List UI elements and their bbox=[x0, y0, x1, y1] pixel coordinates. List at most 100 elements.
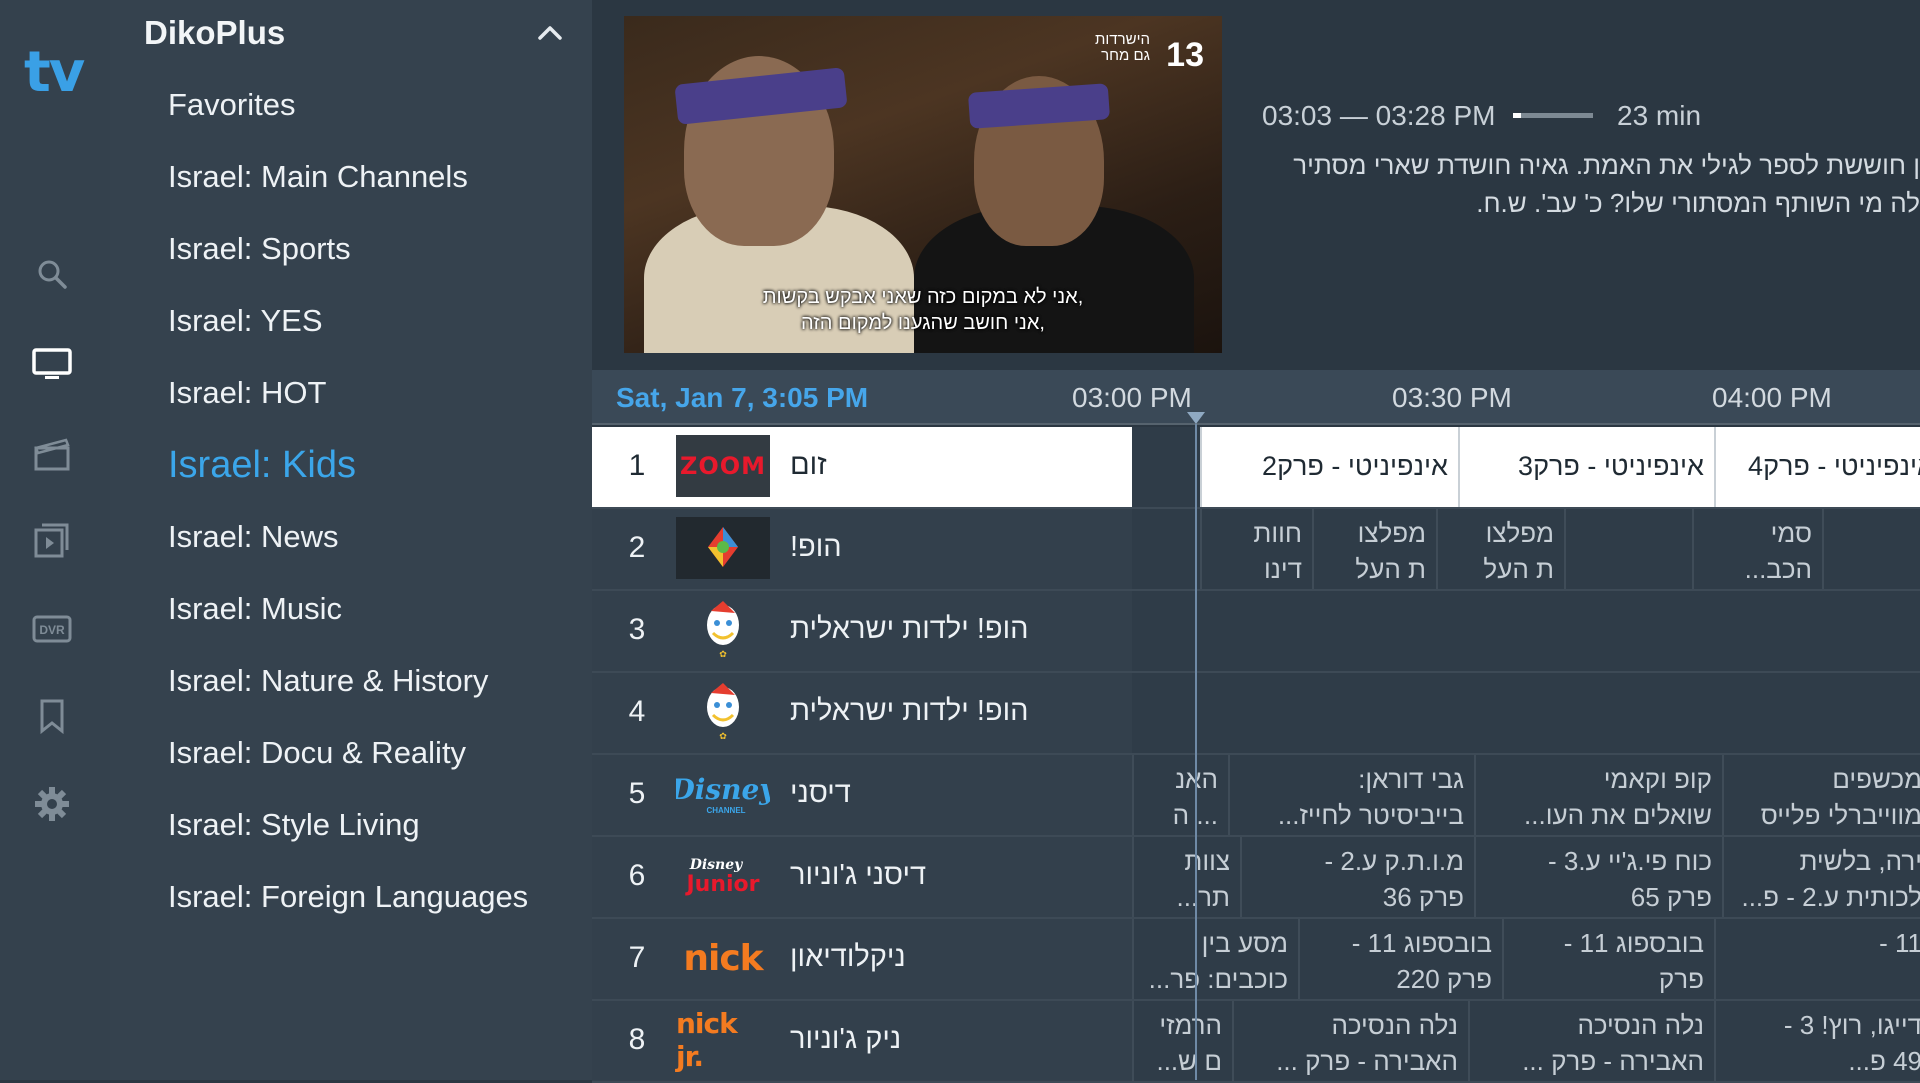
channel-info[interactable]: 6 Disney Junior דיסני ג'וניור bbox=[592, 837, 1132, 917]
category-item-nature-history[interactable]: Israel: Nature & History bbox=[168, 652, 528, 724]
category-panel: DikoPlus Favorites Israel: Main Channels… bbox=[110, 0, 592, 1080]
disney-channel-logo: DisneyCHANNEL bbox=[676, 763, 770, 825]
channel-info[interactable]: 4 ✿ הופ! ילדות ישראלית bbox=[592, 673, 1132, 753]
program-cell[interactable]: מכשפים מווייברלי פלייס ... bbox=[1722, 755, 1920, 835]
settings-icon[interactable] bbox=[30, 782, 74, 826]
category-item-foreign-languages[interactable]: Israel: Foreign Languages bbox=[168, 868, 528, 940]
program-cell[interactable]: מ.ו.ת.ק ע.2 - פרק 36 bbox=[1240, 837, 1474, 917]
channel-name: דיסני ג'וניור bbox=[790, 859, 927, 891]
program-cell[interactable]: הרמזי ם ש... bbox=[1132, 1001, 1232, 1081]
channel-row[interactable]: 7 nick ניקלודיאון מסע בין כוכבים: פר... … bbox=[592, 919, 1920, 1001]
program-cell[interactable]: אינפיניטי - פרק2 bbox=[1200, 427, 1458, 507]
channel-number: 1 bbox=[628, 449, 646, 482]
channel-row[interactable]: 3 ✿ הופ! ילדות ישראלית bbox=[592, 591, 1920, 673]
channel-info[interactable]: 2 הופ! bbox=[592, 509, 1132, 589]
channel-row[interactable]: 1 ZOOM זום אינפיניטי - פרק2 אינפיניטי - … bbox=[592, 427, 1920, 509]
program-cell[interactable]: מפלצו ת העל bbox=[1436, 509, 1564, 589]
channel-row[interactable]: 6 Disney Junior דיסני ג'וניור צוות תר... … bbox=[592, 837, 1920, 919]
svg-text:Junior: Junior bbox=[684, 872, 759, 897]
program-strip: צוות תר... מ.ו.ת.ק ע.2 - פרק 36 כוח פי.ג… bbox=[1132, 837, 1920, 917]
category-item-music[interactable]: Israel: Music bbox=[168, 580, 528, 652]
now-line bbox=[1195, 424, 1197, 1080]
channel-row[interactable]: 8 nick jr. ניק ג'וניור הרמזי ם ש... נלה … bbox=[592, 1001, 1920, 1083]
timeline-tick: 03:30 PM bbox=[1392, 382, 1512, 413]
channel-row[interactable]: 4 ✿ הופ! ילדות ישראלית bbox=[592, 673, 1920, 755]
channel-number: 2 bbox=[628, 531, 646, 564]
category-item-hot[interactable]: Israel: HOT bbox=[168, 364, 528, 436]
channel-name: הופ! ילדות ישראלית bbox=[790, 695, 1029, 727]
program-description-line2: לה מי השותף המסתורי שלו? כ' עב'. ש.ח. bbox=[1476, 188, 1920, 218]
category-item-sports[interactable]: Israel: Sports bbox=[168, 220, 528, 292]
channel-name: ניקלודיאון bbox=[790, 941, 906, 973]
channel-row[interactable]: 5 DisneyCHANNEL דיסני האנ ... ה גבי דורא… bbox=[592, 755, 1920, 837]
channel-info[interactable]: 1 ZOOM זום bbox=[592, 427, 1132, 507]
program-progress-fill bbox=[1513, 113, 1521, 118]
program-cell[interactable]: סמי הכב... bbox=[1692, 509, 1822, 589]
category-item-favorites[interactable]: Favorites bbox=[168, 76, 528, 148]
chevron-up-icon[interactable] bbox=[530, 16, 570, 50]
program-cell[interactable]: מסע בין כוכבים: פר... bbox=[1132, 919, 1298, 999]
hop-yaldut-logo: ✿ bbox=[676, 599, 770, 661]
program-strip: הרמזי ם ש... נלה הנסיכה האבירה - פרק ...… bbox=[1132, 1001, 1920, 1081]
video-subtitle-line2: אני חושב שהגענו למקום הזה, bbox=[801, 312, 1045, 334]
category-item-docu-reality[interactable]: Israel: Docu & Reality bbox=[168, 724, 528, 796]
program-time-range: 03:03 — 03:28 PM bbox=[1262, 100, 1496, 131]
channel-row[interactable]: 2 הופ! חוות דינו מפלצו ת העל מפלצו ת העל… bbox=[592, 509, 1920, 591]
program-cell[interactable]: כוח פי.ג'יי ע.3 - פרק 65 bbox=[1474, 837, 1722, 917]
zoom-logo-text: ZOOM bbox=[679, 452, 767, 480]
program-cell[interactable] bbox=[1822, 509, 1920, 589]
program-gap bbox=[1132, 427, 1200, 507]
channel-info[interactable]: 7 nick ניקלודיאון bbox=[592, 919, 1132, 999]
category-item-yes[interactable]: Israel: YES bbox=[168, 292, 528, 364]
program-cell[interactable]: צוות תר... bbox=[1132, 837, 1240, 917]
channel-info[interactable]: 3 ✿ הופ! ילדות ישראלית bbox=[592, 591, 1132, 671]
program-cell[interactable]: דייגו, רוץ! 3 - 49 פ... bbox=[1714, 1001, 1920, 1081]
channel-info[interactable]: 5 DisneyCHANNEL דיסני bbox=[592, 755, 1132, 835]
category-item-style-living[interactable]: Israel: Style Living bbox=[168, 796, 528, 868]
channel-number: 6 bbox=[628, 859, 646, 892]
category-item-kids[interactable]: Israel: Kids bbox=[168, 436, 528, 508]
guide-area: הישרדות גם מחר 13 אני לא במקום כזה שאני … bbox=[592, 0, 1920, 1083]
program-cell[interactable]: נלה הנסיכה האבירה - פרק ... bbox=[1468, 1001, 1714, 1081]
program-cell[interactable]: בובספוג 11 - פרק 220 bbox=[1298, 919, 1502, 999]
timeline-date: Sat, Jan 7, 3:05 PM bbox=[616, 382, 869, 413]
program-cell[interactable]: ירה, בלשית לכותית ע.2 - פ... bbox=[1722, 837, 1920, 917]
svg-text:Disney: Disney bbox=[689, 857, 743, 873]
program-cell[interactable] bbox=[1564, 509, 1692, 589]
hop-logo bbox=[676, 517, 770, 579]
svg-text:✿: ✿ bbox=[719, 732, 727, 742]
program-strip: האנ ... ה גבי דוראן: בייביסיטר לחייז... … bbox=[1132, 755, 1920, 835]
program-description-line1: ן חוששת לספר לגילי את האמת. גאיה חושדת ש… bbox=[1293, 150, 1920, 180]
program-cell[interactable]: חוות דינו bbox=[1200, 509, 1312, 589]
program-cell[interactable]: בובספוג 11 - פרק 221 bbox=[1502, 919, 1714, 999]
program-cell[interactable]: אינפיניטי - פרק3 bbox=[1458, 427, 1714, 507]
search-icon[interactable] bbox=[30, 252, 74, 296]
channel-info[interactable]: 8 nick jr. ניק ג'וניור bbox=[592, 1001, 1132, 1081]
program-cell[interactable]: גבי דוראן: בייביסיטר לחייז... bbox=[1228, 755, 1474, 835]
program-strip bbox=[1132, 591, 1920, 671]
timeline-header: Sat, Jan 7, 3:05 PM 03:00 PM 03:30 PM 04… bbox=[592, 370, 1920, 425]
program-cell[interactable]: אינפיניטי - פרק4 bbox=[1714, 427, 1920, 507]
video-preview[interactable]: הישרדות גם מחר 13 אני לא במקום כזה שאני … bbox=[624, 16, 1222, 353]
dvr-icon-label: DVR bbox=[39, 623, 65, 637]
nav-rail: tv DVR bbox=[0, 0, 110, 1080]
timeline-tick: 04:00 PM bbox=[1712, 382, 1832, 413]
category-item-main-channels[interactable]: Israel: Main Channels bbox=[168, 148, 528, 220]
svg-text:✿: ✿ bbox=[719, 650, 727, 660]
movies-icon[interactable] bbox=[30, 432, 74, 476]
nick-jr-logo: nick jr. bbox=[676, 1007, 770, 1073]
provider-title: DikoPlus bbox=[144, 14, 286, 51]
tv-icon[interactable] bbox=[30, 342, 74, 386]
dvr-icon[interactable]: DVR bbox=[30, 607, 74, 651]
bookmark-icon[interactable] bbox=[30, 694, 74, 738]
series-icon[interactable] bbox=[30, 518, 74, 562]
program-cell[interactable]: קופ וקאמי שואלים את העו... bbox=[1474, 755, 1722, 835]
program-strip bbox=[1132, 673, 1920, 753]
program-cell[interactable]: נלה הנסיכה האבירה - פרק ... bbox=[1232, 1001, 1468, 1081]
channel-name: הופ! bbox=[790, 531, 842, 563]
program-cell[interactable]: 11 - bbox=[1714, 919, 1920, 999]
program-cell[interactable]: מפלצו ת העל bbox=[1312, 509, 1436, 589]
category-item-news[interactable]: Israel: News bbox=[168, 508, 528, 580]
program-cell[interactable]: האנ ... ה bbox=[1132, 755, 1228, 835]
program-strip: חוות דינו מפלצו ת העל מפלצו ת העל סמי הכ… bbox=[1132, 509, 1920, 589]
